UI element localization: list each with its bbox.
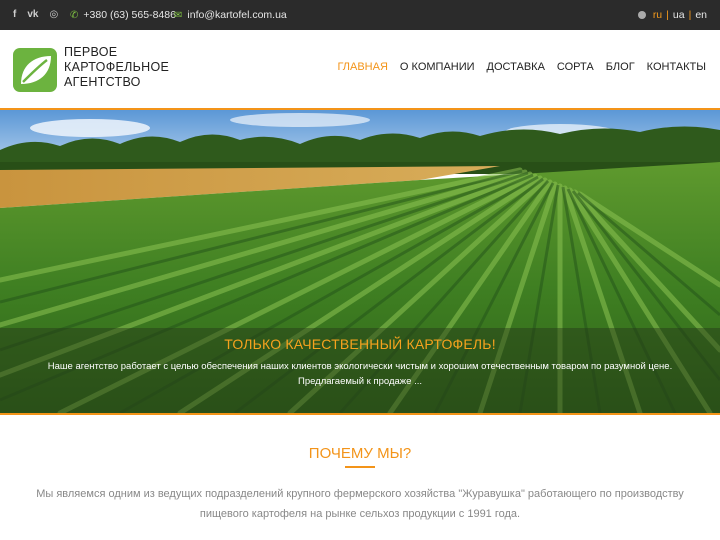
lang-separator: | (688, 9, 692, 21)
main-nav: ГЛАВНАЯ О КОМПАНИИ ДОСТАВКА СОРТА БЛОГ К… (337, 61, 706, 73)
email-address[interactable]: info@kartofel.com.ua (187, 9, 286, 21)
phone-icon: ✆ (70, 9, 79, 21)
phone-contact[interactable]: ✆ +380 (63) 565-8486 (70, 0, 176, 30)
facebook-icon[interactable]: f (13, 0, 16, 30)
phone-number[interactable]: +380 (63) 565-8486 (83, 9, 176, 21)
nav-about[interactable]: О КОМПАНИИ (400, 61, 475, 73)
instagram-icon[interactable]: ◎ (49, 0, 58, 30)
hero-banner: ТОЛЬКО КАЧЕСТВЕННЫЙ КАРТОФЕЛЬ! Наше аген… (0, 108, 720, 415)
leaf-logo-icon[interactable] (13, 48, 57, 92)
nav-contacts[interactable]: КОНТАКТЫ (647, 61, 706, 73)
why-us-text-line: пищевого картофеля на рынке сельхоз прод… (199, 508, 521, 520)
lang-ua[interactable]: ua (673, 9, 685, 21)
hero-title: ТОЛЬКО КАЧЕСТВЕННЫЙ КАРТОФЕЛЬ! (224, 336, 496, 352)
vk-icon[interactable]: vk (27, 0, 38, 30)
top-bar: f vk ◎ ✆ +380 (63) 565-8486 ✉ info@karto… (0, 0, 720, 30)
logo-line: АГЕНТСТВО (64, 75, 141, 89)
email-contact[interactable]: ✉ info@kartofel.com.ua (174, 0, 287, 30)
nav-blog[interactable]: БЛОГ (606, 61, 635, 73)
why-us-text: Мы являемся одним из ведущих подразделен… (25, 484, 695, 524)
heading-underline (345, 466, 375, 468)
lang-en[interactable]: en (695, 9, 707, 21)
logo-text[interactable]: ПЕРВОЕ КАРТОФЕЛЬНОЕ АГЕНТСТВО (64, 45, 204, 90)
logo-line: КАРТОФЕЛЬНОЕ (64, 60, 170, 74)
nav-delivery[interactable]: ДОСТАВКА (487, 61, 545, 73)
why-us-text-line: Мы являемся одним из ведущих подразделен… (36, 488, 684, 500)
hero-text: Наше агентство работает с целью обеспече… (40, 359, 680, 389)
nav-home[interactable]: ГЛАВНАЯ (337, 61, 387, 73)
hero-text-line: Предлагаемый к продаже ... (297, 376, 422, 387)
language-switcher: ru | ua | en (637, 0, 707, 30)
lang-ru[interactable]: ru (653, 9, 662, 21)
nav-varieties[interactable]: СОРТА (557, 61, 594, 73)
mail-icon: ✉ (174, 9, 183, 21)
social-links: f vk ◎ (13, 0, 58, 30)
site-header: ПЕРВОЕ КАРТОФЕЛЬНОЕ АГЕНТСТВО ГЛАВНАЯ О … (0, 30, 720, 108)
why-us-heading: ПОЧЕМУ МЫ? (308, 445, 412, 462)
hero-text-line: Наше агентство работает с целью обеспече… (47, 361, 673, 372)
logo-line: ПЕРВОЕ (64, 45, 118, 59)
lang-separator: | (666, 9, 669, 21)
globe-icon (637, 11, 646, 19)
